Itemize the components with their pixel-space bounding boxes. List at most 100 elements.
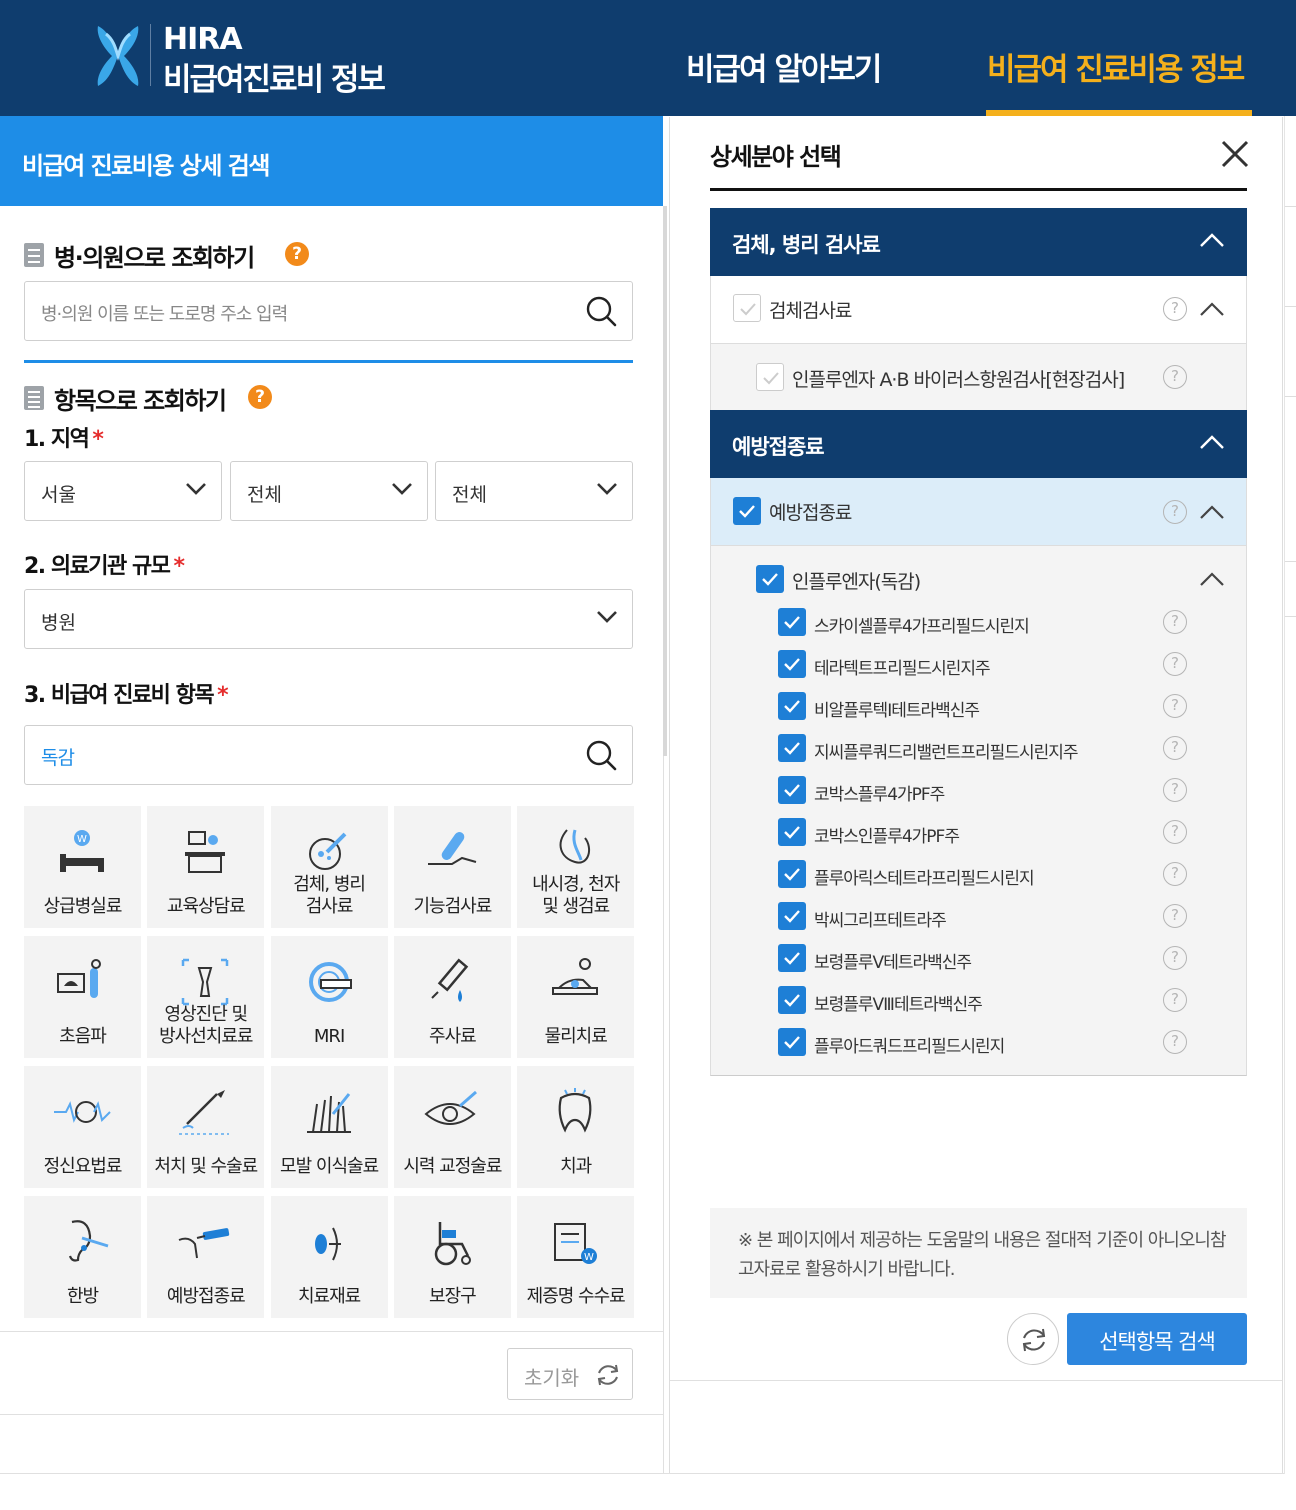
category-tile[interactable]: 주사료 [393,936,511,1058]
category-tile[interactable]: 처치 및 수술료 [147,1066,265,1188]
help-icon[interactable]: ? [1163,904,1187,928]
category-tile[interactable]: 내시경, 천자 및 생검료 [517,806,635,928]
nav-learn-noncovered[interactable]: 비급여 알아보기 [686,44,882,89]
category-tile-label: 검체, 병리 검사료 [293,874,366,917]
checkbox[interactable] [778,776,806,804]
help-icon[interactable]: ? [1163,694,1187,718]
hospital-icon [24,243,44,267]
hospital-section-title: 병·의원으로 조회하기 [54,244,255,272]
checkbox[interactable] [778,902,806,930]
category-tile[interactable]: 영상진단 및 방사선치료료 [147,936,265,1058]
category-tile[interactable]: 시력 교정술료 [393,1066,511,1188]
scale-value: 병원 [41,612,76,634]
subcategory-row[interactable]: 예방접종료 ? [710,478,1247,546]
category-tile[interactable]: W 상급병실료 [24,806,141,928]
hira-logo-icon[interactable] [92,22,144,90]
category-tile-label: 교육상담료 [166,896,246,917]
checkbox[interactable] [778,986,806,1014]
checkbox[interactable] [756,565,784,593]
logo-text-site[interactable]: 비급여진료비 정보 [163,54,386,99]
help-icon[interactable]: ? [285,242,309,266]
close-icon[interactable] [1220,139,1250,169]
checkbox[interactable] [778,608,806,636]
scale-select[interactable]: 병원 [24,589,633,649]
category-tile[interactable]: MRI [270,936,388,1058]
category-tile[interactable]: 기능검사료 [393,806,511,928]
category-tile[interactable]: W 제증명 수수료 [517,1196,635,1318]
help-icon[interactable]: ? [1163,946,1187,970]
refresh-button[interactable] [1007,1313,1059,1365]
category-tile[interactable]: 정신요법료 [24,1066,141,1188]
checkbox[interactable] [778,944,806,972]
checkbox[interactable] [733,294,761,322]
checkbox[interactable] [778,734,806,762]
region-select-sigungu[interactable]: 전체 [230,461,428,521]
chevron-up-icon[interactable] [1199,571,1225,587]
region-select-sido[interactable]: 서울 [24,461,222,521]
chevron-up-icon[interactable] [1199,504,1225,520]
category-tile[interactable]: 교육상담료 [147,806,265,928]
item-search-input[interactable]: 독감 [24,725,633,785]
detail-category-modal: 상세분야 선택 검체, 병리 검사료 검체검사료 ? 인플루엔자 A·B 바이러… [669,117,1283,1474]
subcategory-row[interactable]: 검체검사료 ? [710,276,1247,344]
checkbox[interactable] [778,818,806,846]
help-icon[interactable]: ? [248,385,272,409]
checkbox[interactable] [756,363,784,391]
help-icon[interactable]: ? [1163,862,1187,886]
help-icon[interactable]: ? [1163,297,1187,321]
help-icon[interactable]: ? [1163,778,1187,802]
category-tile[interactable]: 예방접종료 [147,1196,265,1318]
category-tile[interactable]: 치과 [517,1066,635,1188]
search-icon[interactable] [584,738,618,772]
help-icon[interactable]: ? [1163,736,1187,760]
category-tile-label: 치과 [560,1156,592,1177]
chevron-up-icon[interactable] [1199,434,1225,450]
notice-box: ※ 본 페이지에서 제공하는 도움말의 내용은 절대적 기준이 아니오니참고자료… [710,1208,1247,1298]
help-icon[interactable]: ? [1163,610,1187,634]
search-selected-button[interactable]: 선택항목 검색 [1067,1313,1247,1365]
left-scrollbar[interactable] [663,206,667,756]
category-tile[interactable]: 한방 [24,1196,141,1318]
wheelchair-icon [434,1222,471,1266]
region-select-dong[interactable]: 전체 [435,461,633,521]
category-tile[interactable]: 치료재료 [270,1196,388,1318]
checkbox[interactable] [778,860,806,888]
category-header-vaccination[interactable]: 예방접종료 [710,410,1247,478]
category-header-specimen[interactable]: 검체, 병리 검사료 [710,208,1247,276]
category-tile[interactable]: 보장구 [393,1196,511,1318]
vaccine-item-label: 보령플루Ⅴ테트라백신주 [814,953,972,973]
help-icon[interactable]: ? [1163,500,1187,524]
category-tile-label: 시력 교정술료 [403,1156,502,1177]
vaccine-item-label: 비알플루텍I테트라백신주 [814,701,980,721]
vaccine-item-label: 박씨그리프테트라주 [814,911,947,931]
help-icon[interactable]: ? [1163,365,1187,389]
category-tile[interactable]: 검체, 병리 검사료 [270,806,388,928]
help-icon[interactable]: ? [1163,1030,1187,1054]
category-tile[interactable]: 초음파 [24,936,141,1058]
help-icon[interactable]: ? [1163,652,1187,676]
reset-button[interactable]: 초기화 [507,1348,633,1400]
checkbox[interactable] [733,497,761,525]
nav-noncovered-cost-info[interactable]: 비급여 진료비용 정보 [987,44,1245,89]
region-sigungu-value: 전체 [247,484,282,506]
check-icon [784,910,800,923]
reset-label: 초기화 [524,1366,580,1390]
group-label-influenza: 인플루엔자(독감) [792,571,921,593]
category-tile[interactable]: 모발 이식술료 [270,1066,388,1188]
help-icon[interactable]: ? [1163,820,1187,844]
xray-icon [182,958,229,1006]
checkbox[interactable] [778,1028,806,1056]
search-icon[interactable] [584,294,618,328]
chevron-up-icon[interactable] [1199,232,1225,248]
subcategory-label: 검체검사료 [769,300,852,322]
checkbox[interactable] [778,692,806,720]
check-icon [784,1036,800,1049]
category-tile[interactable]: 물리치료 [517,936,635,1058]
consult-icon [185,831,226,873]
logo-text-hira[interactable]: HIRA [163,22,243,57]
checkbox[interactable] [778,650,806,678]
item-row[interactable]: 인플루엔자 A·B 바이러스항원검사[현장검사] ? [710,344,1247,410]
hospital-search-input[interactable]: 병·의원 이름 또는 도로명 주소 입력 [24,281,633,341]
help-icon[interactable]: ? [1163,988,1187,1012]
chevron-up-icon[interactable] [1199,301,1225,317]
